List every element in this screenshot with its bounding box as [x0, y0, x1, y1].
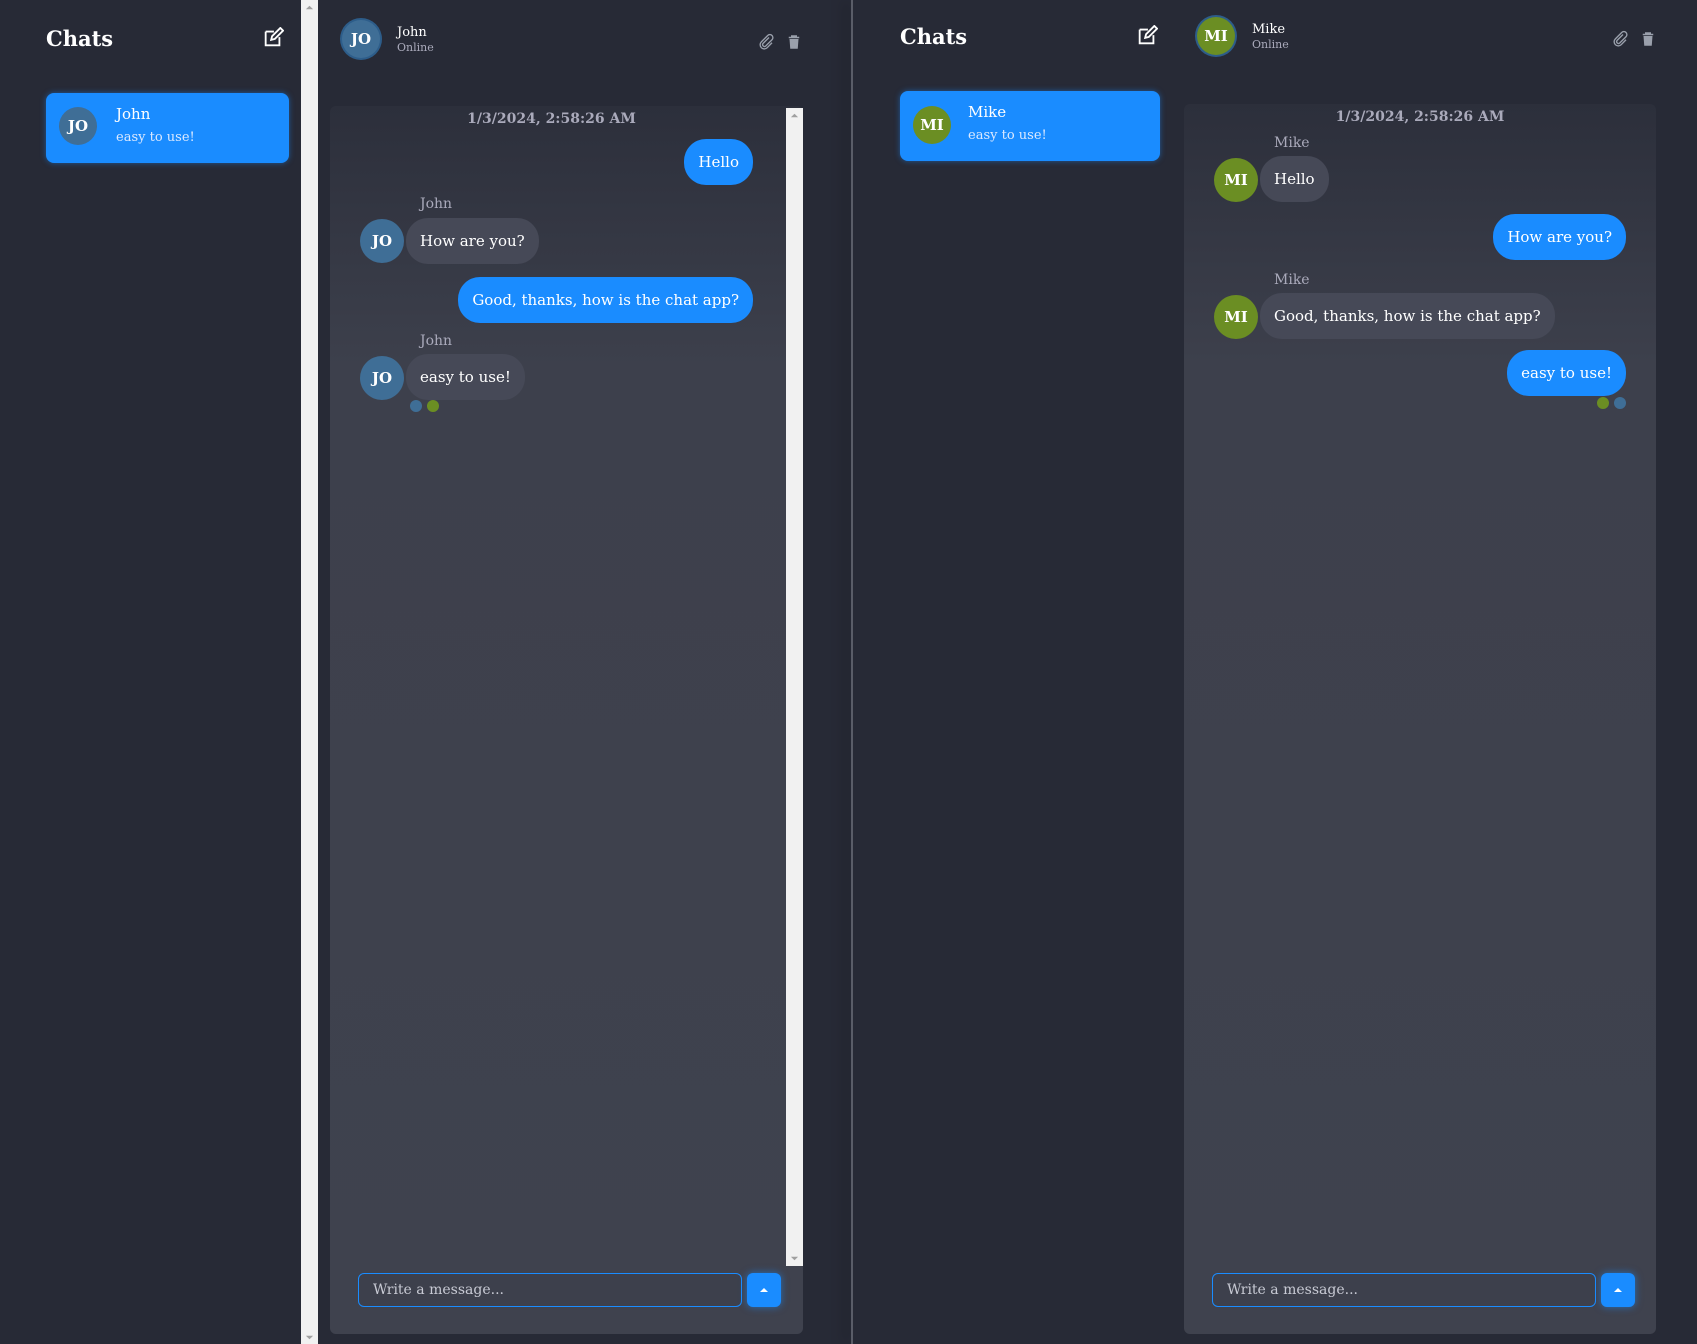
scroll-up-icon[interactable] — [790, 111, 799, 120]
message-bubble-incoming: Good, thanks, how is the chat app? — [1260, 293, 1555, 339]
message-scrollbar[interactable] — [786, 108, 803, 1266]
read-receipt-dot — [427, 400, 439, 412]
read-receipt-dot — [1614, 397, 1626, 409]
avatar: JO — [59, 107, 97, 145]
left-app-pane: Chats JO John easy to use! JO John Onlin… — [0, 0, 851, 1344]
sidebar-title: Chats — [46, 26, 114, 51]
chat-list-item[interactable]: JO John easy to use! — [46, 93, 289, 163]
message-sender: Mike — [1274, 135, 1310, 151]
message-bubble-incoming: How are you? — [406, 218, 539, 264]
header-avatar: MI — [1197, 17, 1235, 55]
send-arrow-icon — [1614, 1288, 1622, 1292]
right-app-pane: Chats MI Mike easy to use! MI Mike Onlin… — [853, 0, 1697, 1344]
message-avatar: JO — [360, 219, 404, 263]
chat-item-last-message: easy to use! — [116, 130, 195, 145]
read-receipt-dot — [410, 400, 422, 412]
message-bubble-outgoing: Good, thanks, how is the chat app? — [458, 277, 753, 323]
message-input[interactable] — [358, 1273, 742, 1307]
header-name: Mike — [1252, 22, 1286, 37]
message-timestamp: 1/3/2024, 2:58:26 AM — [1335, 109, 1505, 125]
compose-icon[interactable] — [1136, 25, 1158, 47]
chat-header: MI Mike Online — [1184, 0, 1664, 80]
chat-header: JO John Online — [330, 0, 805, 80]
message-timestamp: 1/3/2024, 2:58:26 AM — [467, 111, 636, 127]
page-scrollbar[interactable] — [301, 0, 318, 1344]
sidebar-title: Chats — [900, 24, 968, 49]
message-bubble-outgoing: Hello — [684, 139, 753, 185]
chat-item-name: John — [116, 105, 151, 123]
scroll-down-icon[interactable] — [305, 1333, 314, 1342]
message-avatar: JO — [360, 356, 404, 400]
header-status: Online — [1252, 38, 1289, 51]
message-bubble-outgoing: How are you? — [1493, 214, 1626, 260]
right-sidebar: Chats MI Mike easy to use! — [853, 0, 1184, 1344]
read-receipt-dot — [1597, 397, 1609, 409]
message-sender: Mike — [1274, 272, 1310, 288]
message-list: 1/3/2024, 2:58:26 AM Hello John JO How a… — [330, 106, 803, 1334]
header-name: John — [397, 25, 427, 40]
avatar: MI — [913, 106, 951, 144]
send-arrow-icon — [760, 1288, 768, 1292]
message-avatar: MI — [1214, 295, 1258, 339]
chat-item-last-message: easy to use! — [968, 128, 1047, 143]
header-avatar: JO — [342, 20, 380, 58]
message-avatar: MI — [1214, 158, 1258, 202]
trash-icon[interactable] — [785, 33, 803, 51]
paperclip-icon[interactable] — [1611, 30, 1629, 48]
scroll-down-icon[interactable] — [790, 1254, 799, 1263]
message-bubble-incoming: easy to use! — [406, 354, 525, 400]
message-bubble-incoming: Hello — [1260, 156, 1329, 202]
message-sender: John — [420, 196, 453, 212]
paperclip-icon[interactable] — [757, 33, 775, 51]
chat-list-item[interactable]: MI Mike easy to use! — [900, 91, 1160, 161]
chat-item-name: Mike — [968, 103, 1007, 121]
header-status: Online — [397, 41, 434, 54]
left-sidebar: Chats JO John easy to use! — [0, 0, 301, 1344]
scroll-up-icon[interactable] — [305, 3, 314, 12]
message-input[interactable] — [1212, 1273, 1596, 1307]
send-button[interactable] — [1601, 1273, 1635, 1307]
compose-icon[interactable] — [262, 27, 284, 49]
send-button[interactable] — [747, 1273, 781, 1307]
message-bubble-outgoing: easy to use! — [1507, 350, 1626, 396]
trash-icon[interactable] — [1639, 30, 1657, 48]
message-sender: John — [420, 333, 453, 349]
message-list: 1/3/2024, 2:58:26 AM Mike MI Hello How a… — [1184, 104, 1656, 1334]
